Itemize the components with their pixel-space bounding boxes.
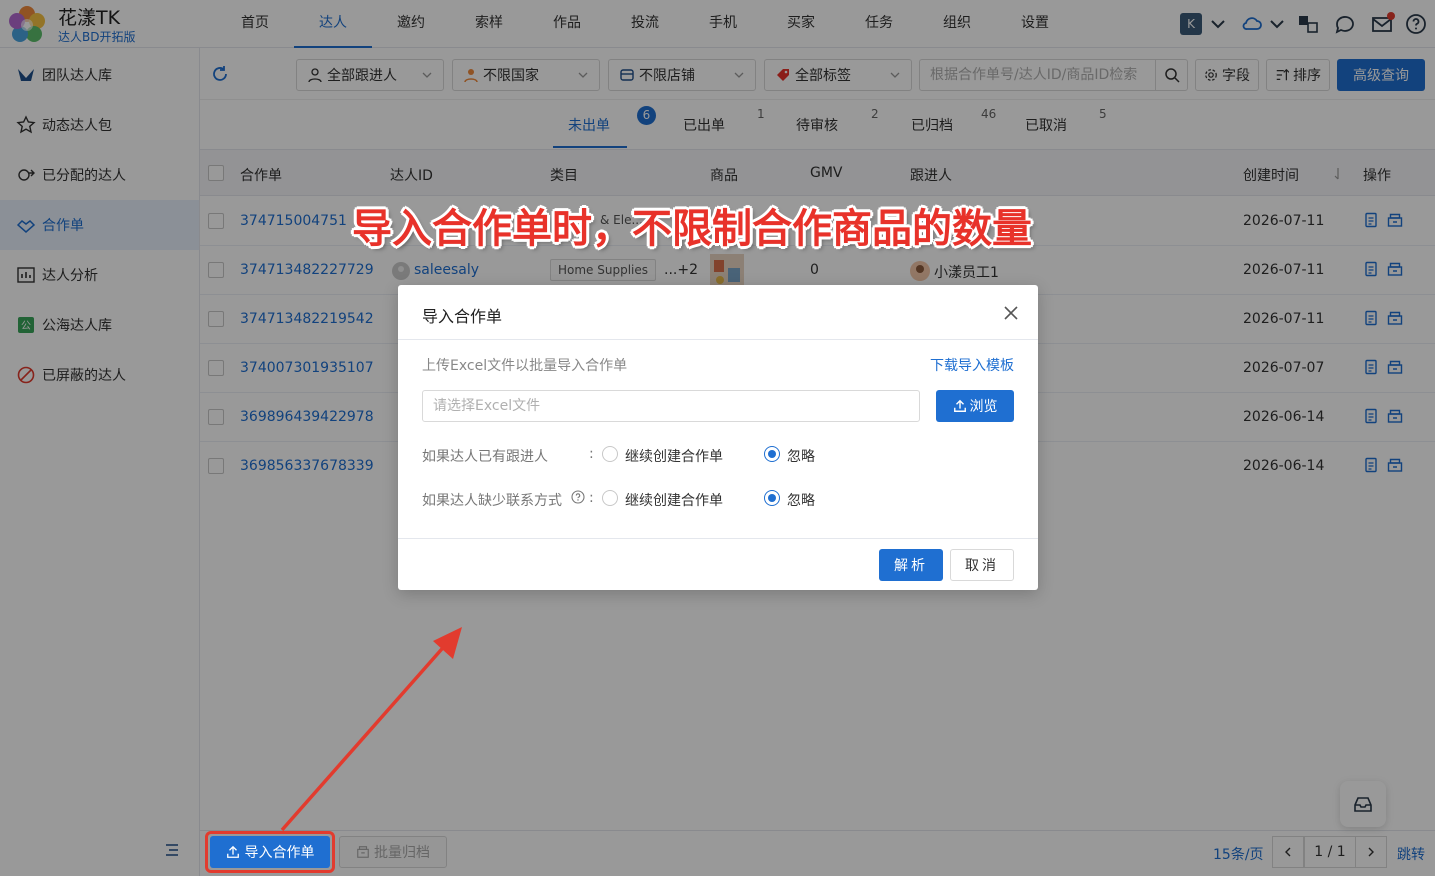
import-label: 导入合作单 [244, 845, 315, 861]
upload-icon [226, 845, 239, 858]
dialog-title: 导入合作单 [422, 307, 503, 326]
radio-ignore[interactable] [764, 490, 780, 506]
radio-label[interactable]: 忽略 [787, 490, 815, 510]
annotation-banner: 导入合作单时，不限制合作商品的数量 [352, 206, 1032, 252]
radio-continue[interactable] [602, 490, 618, 506]
radio-label[interactable]: 继续创建合作单 [625, 446, 723, 466]
file-path-input[interactable] [423, 391, 919, 421]
question-icon[interactable] [571, 490, 585, 504]
option-label: 如果达人缺少联系方式 [422, 493, 562, 509]
close-icon[interactable] [1002, 304, 1020, 322]
radio-label[interactable]: 继续创建合作单 [625, 490, 723, 510]
radio-continue[interactable] [602, 446, 618, 462]
radio-ignore[interactable] [764, 446, 780, 462]
import-orders-button[interactable]: 导入合作单 [210, 836, 330, 868]
import-dialog: 导入合作单 上传Excel文件以批量导入合作单 下载导入模板 浏览 如果达人已有… [398, 285, 1038, 590]
browse-button[interactable]: 浏览 [936, 390, 1014, 422]
upload-icon [953, 399, 966, 412]
dialog-divider [398, 339, 1038, 340]
option-label: 如果达人已有跟进人 [422, 449, 548, 465]
parse-button[interactable]: 解析 [879, 549, 943, 581]
browse-label: 浏览 [969, 399, 998, 415]
upload-hint: 上传Excel文件以批量导入合作单 [422, 358, 628, 374]
cancel-button[interactable]: 取消 [950, 549, 1014, 581]
file-field [422, 390, 920, 422]
radio-label[interactable]: 忽略 [787, 446, 815, 466]
download-template-link[interactable]: 下载导入模板 [930, 355, 1014, 375]
option-colon: : [589, 446, 594, 462]
option-colon: : [589, 490, 594, 506]
dialog-divider [398, 538, 1038, 539]
